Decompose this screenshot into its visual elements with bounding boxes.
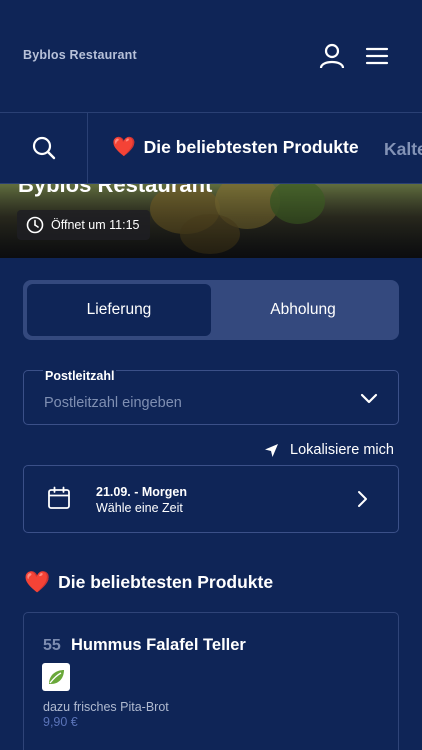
- menu-button[interactable]: [364, 44, 390, 68]
- location-arrow-icon: [265, 443, 278, 457]
- popular-products-heading: ❤️ Die beliebtesten Produkte: [24, 572, 273, 593]
- chevron-right-icon: [358, 491, 367, 507]
- heart-icon: ❤️: [24, 571, 51, 594]
- heart-icon: ❤️: [112, 137, 136, 158]
- delivery-time-selector[interactable]: 21.09. - Morgen Wähle eine Zeit: [23, 465, 399, 533]
- search-icon: [32, 136, 55, 160]
- pickup-option[interactable]: Abholung: [211, 284, 395, 336]
- category-tab-next[interactable]: Kalte: [384, 139, 422, 160]
- locate-me-button[interactable]: Lokalisiere mich: [264, 440, 394, 460]
- calendar-icon: [48, 486, 70, 509]
- product-card[interactable]: 55 Hummus Falafel Teller dazu frisches P…: [23, 612, 399, 750]
- category-tab-popular[interactable]: ❤️ Die beliebtesten Produkte: [112, 137, 359, 158]
- hamburger-menu-icon: [365, 47, 389, 65]
- locate-me-label: Lokalisiere mich: [290, 442, 394, 458]
- app-title: Byblos Restaurant: [23, 48, 137, 62]
- vegan-leaf-icon: [42, 663, 70, 691]
- postal-code-input[interactable]: [44, 391, 344, 415]
- user-account-button[interactable]: [318, 42, 346, 70]
- opening-hours-text: Öffnet um 11:15: [51, 218, 140, 232]
- section-title-text: Die beliebtesten Produkte: [58, 572, 274, 592]
- top-app-bar: Byblos Restaurant: [0, 0, 422, 112]
- delivery-time-hint: Wähle eine Zeit: [96, 501, 183, 515]
- chevron-down-icon[interactable]: [359, 391, 379, 405]
- product-number: 55: [43, 637, 61, 654]
- postal-code-label: Postleitzahl: [43, 369, 117, 383]
- postal-code-field[interactable]: Postleitzahl: [23, 369, 399, 425]
- clock-icon: [26, 216, 44, 234]
- search-button[interactable]: [0, 113, 88, 183]
- product-description: dazu frisches Pita-Brot: [43, 700, 169, 714]
- restaurant-hero-image: Byblos Restaurant Öffnet um 11:15: [0, 184, 422, 258]
- delivery-option[interactable]: Lieferung: [27, 284, 211, 336]
- category-tab-label: Die beliebtesten Produkte: [143, 137, 359, 157]
- category-bar: ❤️ Die beliebtesten Produkte Kalte: [0, 112, 422, 184]
- product-price: 9,90 €: [43, 715, 78, 729]
- order-type-toggle: Lieferung Abholung: [23, 280, 399, 340]
- restaurant-name: Byblos Restaurant: [18, 184, 213, 197]
- delivery-date: 21.09. - Morgen: [96, 485, 187, 499]
- product-name: Hummus Falafel Teller: [71, 636, 246, 654]
- user-icon: [319, 43, 345, 69]
- opening-hours-badge: Öffnet um 11:15: [17, 210, 151, 240]
